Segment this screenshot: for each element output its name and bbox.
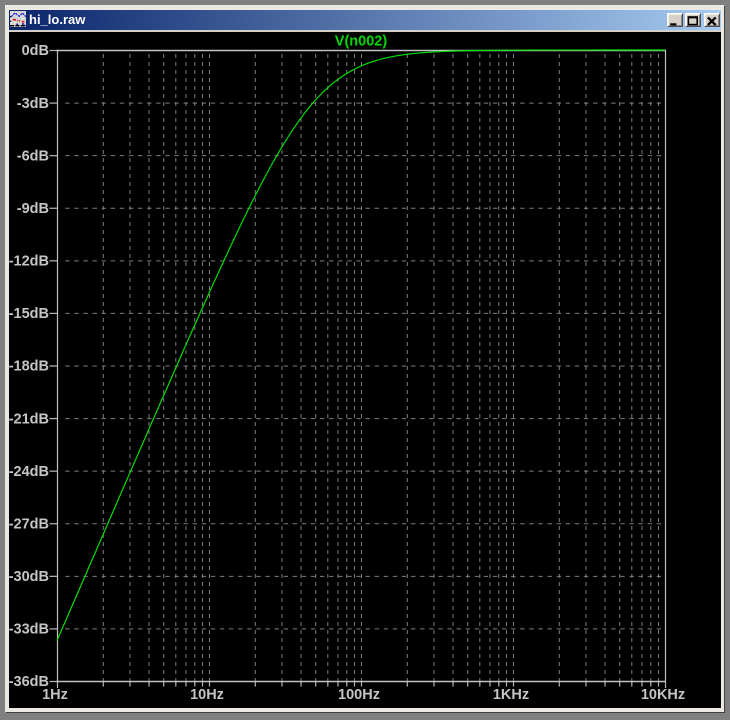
svg-text:10KHz: 10KHz <box>641 687 685 703</box>
svg-text:1KHz: 1KHz <box>493 687 529 703</box>
svg-text:V(n002): V(n002) <box>335 34 388 50</box>
svg-text:-27dB: -27dB <box>9 516 49 532</box>
svg-text:0dB: 0dB <box>22 43 49 59</box>
svg-text:-6dB: -6dB <box>17 148 49 164</box>
svg-text:10Hz: 10Hz <box>190 687 224 703</box>
svg-text:-33dB: -33dB <box>9 622 49 638</box>
svg-text:-12dB: -12dB <box>9 254 49 270</box>
svg-text:-15dB: -15dB <box>9 306 49 322</box>
svg-text:-24dB: -24dB <box>9 464 49 480</box>
svg-text:-30dB: -30dB <box>9 569 49 585</box>
svg-text:-3dB: -3dB <box>17 96 49 112</box>
svg-text:-9dB: -9dB <box>17 201 49 217</box>
svg-text:100Hz: 100Hz <box>338 687 380 703</box>
svg-text:-21dB: -21dB <box>9 411 49 427</box>
svg-text:1Hz: 1Hz <box>42 687 68 703</box>
svg-text:-18dB: -18dB <box>9 359 49 375</box>
